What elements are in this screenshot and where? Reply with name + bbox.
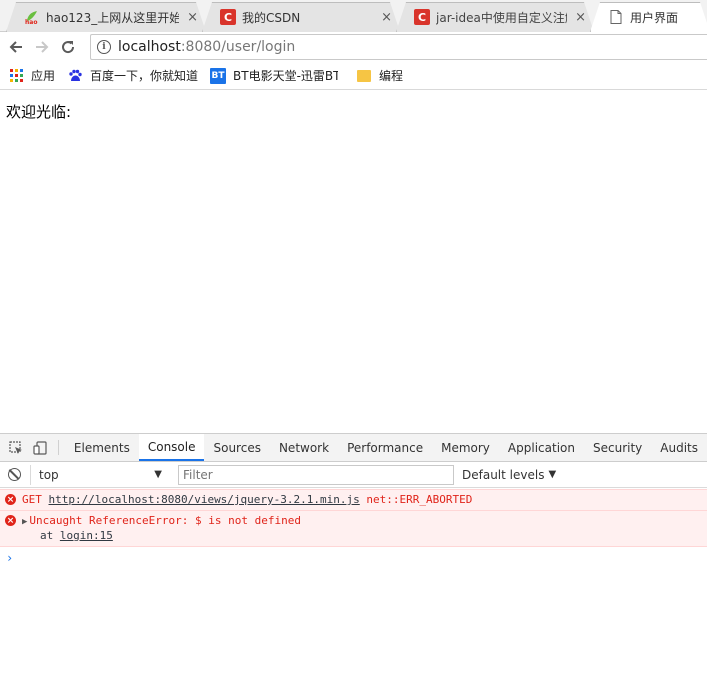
stack-source-link[interactable]: login:15 bbox=[60, 529, 113, 542]
error-text: Uncaught ReferenceError: $ is not define… bbox=[29, 514, 301, 527]
bookmark-apps[interactable]: 应用 bbox=[8, 67, 55, 84]
bookmark-label: 应用 bbox=[31, 69, 56, 83]
console-prompt[interactable]: › bbox=[0, 547, 707, 569]
error-url-link[interactable]: http://localhost:8080/views/jquery-3.2.1… bbox=[49, 493, 360, 506]
tab-application[interactable]: Application bbox=[499, 434, 584, 461]
bookmark-label: 百度一下，你就知道 bbox=[90, 69, 199, 83]
prompt-chevron-icon: › bbox=[6, 551, 14, 565]
tab-sources[interactable]: Sources bbox=[204, 434, 269, 461]
separator bbox=[57, 440, 59, 455]
tab-title: hao123_上网从这里开始 bbox=[46, 10, 180, 25]
levels-label: Default levels bbox=[462, 467, 545, 482]
error-icon: × bbox=[5, 515, 16, 526]
page-viewport: 欢迎光临: bbox=[0, 91, 707, 433]
reload-icon bbox=[62, 41, 75, 54]
inspect-element-icon[interactable] bbox=[4, 434, 28, 461]
log-levels-dropdown[interactable]: Default levels ▼ bbox=[462, 468, 556, 482]
arrow-left-icon bbox=[9, 41, 22, 53]
close-icon[interactable]: × bbox=[381, 10, 392, 25]
tab-memory[interactable]: Memory bbox=[432, 434, 499, 461]
close-icon[interactable]: × bbox=[575, 10, 586, 25]
tab-csdn[interactable]: C 我的CSDN × bbox=[202, 2, 400, 32]
filter-input[interactable]: Filter bbox=[178, 464, 454, 485]
expand-triangle-icon[interactable]: ▶ bbox=[22, 517, 27, 527]
console-error-message: × ▶ Uncaught ReferenceError: $ is not def… bbox=[0, 511, 707, 547]
bookmark-label: 编程 bbox=[379, 69, 404, 83]
console-toolbar: top ▼ Filter Default levels ▼ bbox=[0, 462, 707, 488]
arrow-right-icon bbox=[36, 41, 49, 53]
context-value: top bbox=[39, 467, 59, 482]
devtools-tabbar: Elements Console Sources Network Perform… bbox=[0, 434, 707, 462]
csdn-icon: C bbox=[220, 9, 236, 25]
stack-prefix: at bbox=[40, 529, 60, 542]
request-method: GET bbox=[22, 493, 42, 506]
caret-down-icon: ▼ bbox=[154, 469, 162, 480]
tab-strip: hao hao123_上网从这里开始 × C 我的CSDN × C jar-id… bbox=[0, 0, 707, 32]
csdn-icon: C bbox=[414, 9, 430, 25]
error-icon: × bbox=[5, 494, 16, 505]
clear-console-icon[interactable] bbox=[8, 468, 21, 481]
tab-hao123[interactable]: hao hao123_上网从这里开始 × bbox=[6, 2, 206, 32]
tab-console[interactable]: Console bbox=[138, 434, 205, 461]
device-toolbar-icon[interactable] bbox=[28, 434, 52, 461]
address-bar[interactable]: i localhost:8080/user/login bbox=[90, 34, 707, 60]
bookmark-bt[interactable]: BT BT电影天堂-迅雷BT种 bbox=[210, 67, 338, 84]
forward-button[interactable] bbox=[29, 34, 55, 60]
page-icon bbox=[608, 9, 624, 25]
tab-network[interactable]: Network bbox=[270, 434, 338, 461]
svg-text:hao: hao bbox=[25, 19, 37, 25]
browser-toolbar: i localhost:8080/user/login bbox=[0, 32, 707, 62]
url-host: localhost bbox=[118, 39, 181, 55]
apps-grid-icon bbox=[8, 68, 24, 84]
tab-jar-idea[interactable]: C jar-idea中使用自定义注解 × bbox=[396, 2, 594, 32]
folder-icon-wrap bbox=[356, 68, 372, 84]
bt-icon: BT bbox=[210, 67, 227, 84]
context-selector[interactable]: top ▼ bbox=[30, 464, 170, 485]
baidu-paw-icon bbox=[67, 68, 83, 84]
back-button[interactable] bbox=[3, 34, 29, 60]
bookmarks-bar: 应用 百度一下，你就知道 BT BT电影天堂-迅雷BT种 编程 bbox=[0, 62, 707, 90]
hao-icon: hao bbox=[24, 9, 40, 25]
tab-performance[interactable]: Performance bbox=[338, 434, 432, 461]
welcome-text: 欢迎光临: bbox=[6, 103, 72, 121]
folder-icon bbox=[357, 69, 372, 82]
bookmark-folder-programming[interactable]: 编程 bbox=[356, 67, 403, 84]
devtools-panel: Elements Console Sources Network Perform… bbox=[0, 433, 707, 678]
caret-down-icon: ▼ bbox=[548, 469, 557, 480]
error-code: net::ERR_ABORTED bbox=[366, 493, 473, 506]
tab-user-page[interactable]: 用户界面 bbox=[590, 2, 707, 32]
close-icon[interactable]: × bbox=[187, 10, 198, 25]
tab-title: jar-idea中使用自定义注解 bbox=[436, 10, 568, 25]
info-icon[interactable]: i bbox=[97, 40, 111, 54]
bookmark-baidu[interactable]: 百度一下，你就知道 bbox=[67, 67, 198, 84]
tab-title: 用户界面 bbox=[630, 10, 679, 25]
tab-title: 我的CSDN bbox=[242, 10, 301, 25]
url-path: :8080/user/login bbox=[180, 39, 296, 55]
stack-trace: at login:15 bbox=[22, 529, 701, 543]
bookmark-label: BT电影天堂-迅雷BT种 bbox=[233, 69, 339, 83]
console-error-message: × GET http://localhost:8080/views/jquery… bbox=[0, 489, 707, 511]
tab-security[interactable]: Security bbox=[584, 434, 651, 461]
tab-elements[interactable]: Elements bbox=[65, 434, 139, 461]
reload-button[interactable] bbox=[55, 34, 81, 60]
tab-audits[interactable]: Audits bbox=[651, 434, 707, 461]
